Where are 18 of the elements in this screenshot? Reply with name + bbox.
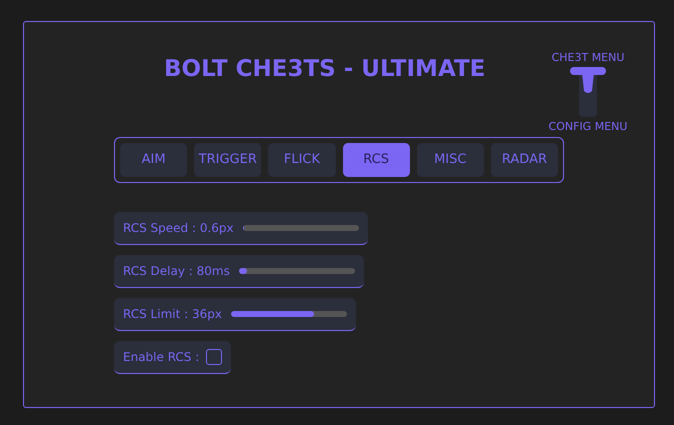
setting-label: RCS Delay : 80ms	[123, 263, 230, 280]
tab[interactable]: FLICK	[268, 143, 336, 177]
checkbox[interactable]	[206, 349, 222, 365]
tab[interactable]: RADAR	[490, 143, 558, 177]
app-title: BOLT CHE3TS - ULTIMATE	[164, 55, 486, 84]
tab[interactable]: MISC	[416, 143, 484, 177]
switch-label: CHE3T MENU	[552, 50, 624, 66]
slider-track[interactable]	[230, 311, 347, 317]
setting-label: RCS Limit : 36px	[123, 306, 222, 323]
setting-label: Enable RCS :	[123, 349, 200, 366]
slider-track[interactable]	[242, 225, 359, 231]
switch-label: CONFIG MENU	[548, 118, 628, 134]
tab[interactable]: AIM	[120, 143, 188, 177]
slider-track[interactable]	[238, 268, 355, 274]
setting-label: RCS Speed : 0.6px	[123, 220, 234, 237]
tab[interactable]: TRIGGER	[194, 143, 262, 177]
menu-toggle[interactable]	[570, 66, 606, 116]
tab[interactable]: RCS	[342, 143, 410, 177]
